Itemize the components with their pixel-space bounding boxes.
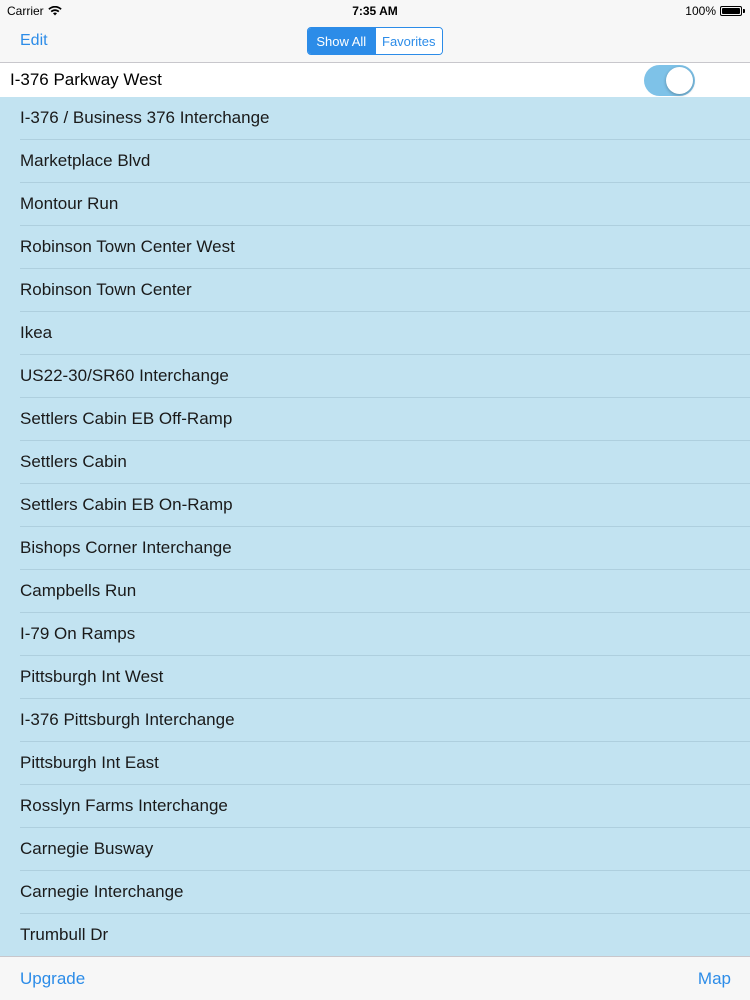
list-item-label: Trumbull Dr — [20, 925, 109, 944]
list-item-label: I-376 / Business 376 Interchange — [20, 108, 270, 127]
list-item-label: Montour Run — [20, 194, 119, 213]
list-item[interactable]: Carnegie Interchange — [0, 871, 750, 914]
list-item[interactable]: Rosslyn Farms Interchange — [0, 785, 750, 828]
list-item[interactable]: Bishops Corner Interchange — [0, 527, 750, 570]
list-item[interactable]: Settlers Cabin EB Off-Ramp — [0, 398, 750, 441]
list-item-label: US22-30/SR60 Interchange — [20, 366, 229, 385]
list-item[interactable]: Robinson Town Center West — [0, 226, 750, 269]
list-item-label: I-79 On Ramps — [20, 624, 136, 643]
list-item[interactable]: Marketplace Blvd — [0, 140, 750, 183]
segment-show-all[interactable]: Show All — [308, 28, 375, 54]
upgrade-button[interactable]: Upgrade — [20, 969, 85, 989]
segment-favorites[interactable]: Favorites — [374, 28, 442, 54]
list-item[interactable]: I-79 On Ramps — [0, 613, 750, 656]
list-item[interactable]: Montour Run — [0, 183, 750, 226]
battery-icon — [720, 6, 745, 16]
battery-indicator: 100% — [685, 4, 745, 18]
list-item[interactable]: US22-30/SR60 Interchange — [0, 355, 750, 398]
list-item[interactable]: Settlers Cabin — [0, 441, 750, 484]
list-item-label: I-376 Pittsburgh Interchange — [20, 710, 235, 729]
list-item[interactable]: Robinson Town Center — [0, 269, 750, 312]
switch-knob — [666, 67, 693, 94]
list-item-label: Settlers Cabin EB On-Ramp — [20, 495, 233, 514]
list-item-label: Marketplace Blvd — [20, 151, 151, 170]
list-item-label: Rosslyn Farms Interchange — [20, 796, 228, 815]
list-item-label: Pittsburgh Int West — [20, 667, 164, 686]
battery-percent: 100% — [685, 4, 716, 18]
list-item[interactable]: Ikea — [0, 312, 750, 355]
list-item-label: Campbells Run — [20, 581, 137, 600]
list-item[interactable]: I-376 Pittsburgh Interchange — [0, 699, 750, 742]
route-toggle-switch[interactable] — [644, 65, 695, 96]
list-item[interactable]: Pittsburgh Int East — [0, 742, 750, 785]
list-item-label: Bishops Corner Interchange — [20, 538, 232, 557]
navigation-bar: Edit Show All Favorites — [0, 22, 750, 63]
list-item-label: Carnegie Interchange — [20, 882, 184, 901]
edit-button[interactable]: Edit — [20, 32, 48, 50]
list-item[interactable]: Pittsburgh Int West — [0, 656, 750, 699]
map-button[interactable]: Map — [698, 969, 731, 989]
list-item[interactable]: Carnegie Busway — [0, 828, 750, 871]
list-item-label: Settlers Cabin EB Off-Ramp — [20, 409, 233, 428]
list-item[interactable]: Campbells Run — [0, 570, 750, 613]
list-item-label: Pittsburgh Int East — [20, 753, 159, 772]
list-item-label: Settlers Cabin — [20, 452, 127, 471]
list-item-label: Carnegie Busway — [20, 839, 154, 858]
list-item[interactable]: I-376 / Business 376 Interchange — [0, 97, 750, 140]
list-item-label: Ikea — [20, 323, 53, 342]
status-bar: Carrier 7:35 AM 100% — [0, 0, 750, 22]
list-item-label: Robinson Town Center West — [20, 237, 235, 256]
list-item[interactable]: Settlers Cabin EB On-Ramp — [0, 484, 750, 527]
list-item[interactable]: Trumbull Dr — [0, 914, 750, 956]
route-name-label: I-376 Parkway West — [10, 70, 162, 89]
filter-segmented-control: Show All Favorites — [307, 27, 443, 55]
bottom-toolbar: Upgrade Map — [0, 956, 750, 1000]
list-item-label: Robinson Town Center — [20, 280, 192, 299]
interchange-list: I-376 / Business 376 Interchange Marketpl… — [0, 97, 750, 956]
status-time: 7:35 AM — [352, 4, 398, 18]
route-toggle-row: I-376 Parkway West — [0, 63, 750, 97]
